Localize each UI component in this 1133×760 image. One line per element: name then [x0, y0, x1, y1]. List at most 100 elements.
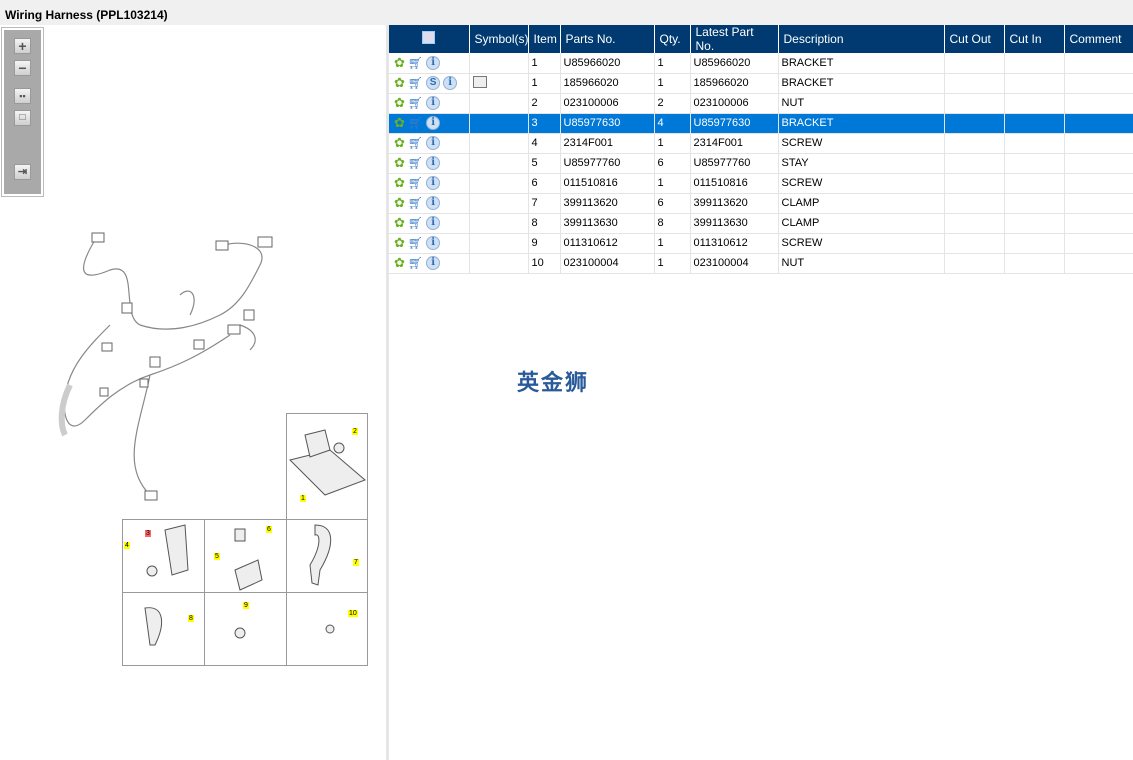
qty-cell: 6: [654, 193, 691, 214]
comment-cell: [1064, 193, 1133, 214]
info-icon[interactable]: i: [426, 116, 441, 130]
symbols-cell: [469, 113, 529, 134]
row-actions: ✿ 🛒︎ i: [389, 113, 470, 134]
info-icon[interactable]: i: [426, 96, 441, 110]
table-row[interactable]: ✿ 🛒︎ i 10 023100004 1 023100004 NUT: [389, 253, 1133, 274]
row-actions: ✿ 🛒︎ i: [389, 173, 470, 194]
qty-cell: 4: [654, 113, 691, 134]
table-row[interactable]: ✿ 🛒︎ i 4 2314F001 1 2314F001 SCREW: [389, 133, 1133, 154]
item-cell: 8: [528, 213, 561, 234]
info-icon[interactable]: i: [426, 236, 441, 250]
part-cell-7[interactable]: [286, 519, 368, 593]
cart-icon[interactable]: 🛒︎: [408, 196, 423, 210]
callout-2[interactable]: 2: [352, 428, 358, 435]
table-row[interactable]: ✿ 🛒︎ i 2 023100006 2 023100006 NUT: [389, 93, 1133, 114]
callout-10[interactable]: 10: [348, 610, 358, 617]
description-cell: SCREW: [778, 133, 945, 154]
gear-icon[interactable]: ✿: [394, 235, 405, 251]
description-cell: BRACKET: [778, 113, 945, 134]
table-row[interactable]: ✿ 🛒︎ i 6 011510816 1 011510816 SCREW: [389, 173, 1133, 194]
gear-icon[interactable]: ✿: [394, 75, 405, 91]
column-header[interactable]: Symbol(s): [469, 25, 529, 53]
book-search-icon[interactable]: [472, 75, 487, 88]
qty-cell: 1: [654, 233, 691, 254]
part-cell-3-4[interactable]: [122, 519, 205, 593]
row-actions: ✿ 🛒︎ i: [389, 153, 470, 174]
cart-icon[interactable]: 🛒︎: [408, 56, 423, 70]
part-number-cell: 023100004: [560, 253, 655, 274]
column-header[interactable]: Latest Part No.: [690, 25, 779, 53]
part-number-cell: 023100006: [560, 93, 655, 114]
item-cell: 1: [528, 73, 561, 94]
qty-cell: 1: [654, 53, 691, 74]
cut-in-cell: [1004, 253, 1065, 274]
gear-icon[interactable]: ✿: [394, 135, 405, 151]
column-header-search[interactable]: [389, 25, 470, 53]
cart-icon[interactable]: 🛒︎: [408, 176, 423, 190]
table-row[interactable]: ✿ 🛒︎ i 1 U85966020 1 U85966020 BRACKET: [389, 53, 1133, 74]
table-row[interactable]: ✿ 🛒︎ i 3 U85977630 4 U85977630 BRACKET: [389, 113, 1133, 134]
cart-icon[interactable]: 🛒︎: [408, 216, 423, 230]
info-icon[interactable]: i: [426, 156, 441, 170]
gear-icon[interactable]: ✿: [394, 55, 405, 71]
callout-3[interactable]: 3: [145, 530, 151, 537]
callout-6[interactable]: 6: [266, 526, 272, 533]
callout-5[interactable]: 5: [214, 553, 220, 560]
callout-1[interactable]: 1: [300, 495, 306, 502]
part-number-cell: U85966020: [560, 53, 655, 74]
cart-icon[interactable]: 🛒︎: [408, 76, 423, 90]
info-icon[interactable]: i: [426, 55, 441, 70]
part-cell-8[interactable]: [122, 592, 205, 666]
gear-icon[interactable]: ✿: [394, 155, 405, 171]
table-row[interactable]: ✿ 🛒︎ i 5 U85977760 6 U85977760 STAY: [389, 153, 1133, 174]
cart-icon[interactable]: 🛒︎: [408, 236, 423, 250]
callout-8[interactable]: 8: [188, 615, 194, 622]
callout-9[interactable]: 9: [243, 602, 249, 609]
search-catalog-icon[interactable]: [422, 31, 436, 44]
diagram-pane[interactable]: + − ▪▪ □ ⇥ 2 1 3 4 6 5 7 8 9 10: [0, 25, 386, 760]
info-icon[interactable]: i: [426, 136, 441, 150]
callout-4[interactable]: 4: [124, 542, 130, 549]
info-icon[interactable]: i: [426, 176, 441, 190]
info-icon[interactable]: i: [426, 196, 441, 210]
column-header[interactable]: Cut In: [1004, 25, 1065, 53]
row-actions: ✿ 🛒︎ i: [389, 253, 470, 274]
cart-icon[interactable]: 🛒︎: [408, 116, 423, 130]
column-header[interactable]: Description: [778, 25, 945, 53]
table-row[interactable]: ✿ 🛒︎ i 8 399113630 8 399113630 CLAMP: [389, 213, 1133, 234]
info-icon[interactable]: i: [426, 216, 441, 230]
part-cell-10[interactable]: [286, 592, 368, 666]
cart-icon[interactable]: 🛒︎: [408, 156, 423, 170]
column-header[interactable]: Item: [528, 25, 561, 53]
column-header[interactable]: Parts No.: [560, 25, 655, 53]
cart-icon[interactable]: 🛒︎: [408, 136, 423, 150]
gear-icon[interactable]: ✿: [394, 215, 405, 231]
column-header[interactable]: Comment: [1064, 25, 1133, 53]
qty-cell: 1: [654, 173, 691, 194]
gear-icon[interactable]: ✿: [394, 95, 405, 111]
supersession-icon[interactable]: S: [426, 76, 441, 90]
cart-icon[interactable]: 🛒︎: [408, 96, 423, 110]
callout-7[interactable]: 7: [353, 559, 359, 566]
cut-in-cell: [1004, 73, 1065, 94]
cart-icon[interactable]: 🛒︎: [408, 256, 423, 270]
gear-icon[interactable]: ✿: [394, 175, 405, 191]
info-icon[interactable]: i: [443, 76, 458, 90]
table-row[interactable]: ✿ 🛒︎ i 7 399113620 6 399113620 CLAMP: [389, 193, 1133, 214]
cut-out-cell: [944, 153, 1005, 174]
info-icon[interactable]: i: [426, 256, 441, 270]
table-row[interactable]: ✿ 🛒︎ i 9 011310612 1 011310612 SCREW: [389, 233, 1133, 254]
table-row[interactable]: ✿ 🛒︎ Si 1 185966020 1 185966020 BRACKET: [389, 73, 1133, 94]
cut-in-cell: [1004, 213, 1065, 234]
gear-icon[interactable]: ✿: [394, 255, 405, 271]
column-header[interactable]: Cut Out: [944, 25, 1005, 53]
latest-part-cell: 011310612: [690, 233, 779, 254]
gear-icon[interactable]: ✿: [394, 195, 405, 211]
latest-part-cell: 023100004: [690, 253, 779, 274]
cut-out-cell: [944, 193, 1005, 214]
qty-cell: 8: [654, 213, 691, 234]
window-title: Wiring Harness (PPL103214): [5, 8, 168, 22]
column-header[interactable]: Qty.: [654, 25, 691, 53]
cut-in-cell: [1004, 93, 1065, 114]
gear-icon[interactable]: ✿: [394, 115, 405, 131]
